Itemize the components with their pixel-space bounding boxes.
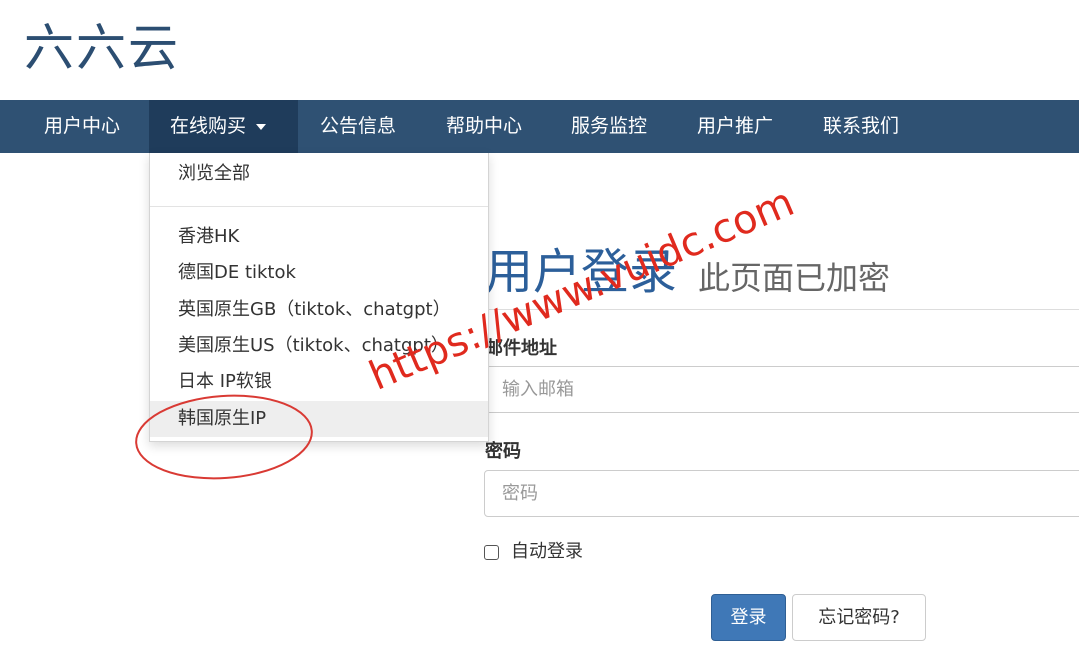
dropdown-item-hk[interactable]: 香港HK	[150, 219, 488, 255]
caret-down-icon	[256, 123, 267, 130]
dropdown-item-gb[interactable]: 英国原生GB（tiktok、chatgpt）	[150, 292, 488, 328]
password-input[interactable]	[484, 470, 1079, 517]
nav-contact-us[interactable]: 联系我们	[802, 100, 920, 153]
remember-me-checkbox[interactable]	[484, 545, 499, 560]
nav-online-purchase[interactable]: 在线购买	[149, 100, 298, 153]
dropdown-divider	[150, 206, 488, 207]
nav-online-purchase-label: 在线购买	[170, 115, 247, 137]
dropdown-item-view-all[interactable]: 浏览全部	[150, 156, 488, 192]
dropdown-item-de[interactable]: 德国DE tiktok	[150, 255, 488, 291]
nav-user-center[interactable]: 用户中心	[23, 100, 141, 153]
main-navbar: 用户中心 在线购买 公告信息 帮助中心 服务监控 用户推广 联系我们	[0, 100, 1079, 153]
purchase-dropdown-menu: 浏览全部 香港HK 德国DE tiktok 英国原生GB（tiktok、chat…	[149, 153, 489, 442]
login-button[interactable]: 登录	[711, 594, 786, 641]
email-label: 邮件地址	[485, 338, 557, 359]
dropdown-item-jp[interactable]: 日本 IP软银	[150, 364, 488, 400]
forgot-password-button[interactable]: 忘记密码?	[792, 594, 926, 641]
dropdown-item-kr[interactable]: 韩国原生IP	[150, 401, 488, 437]
dropdown-item-us[interactable]: 美国原生US（tiktok、chatgpt）	[150, 328, 488, 364]
nav-user-referral[interactable]: 用户推广	[676, 100, 794, 153]
login-subtitle: 此页面已加密	[698, 259, 891, 297]
nav-announcements[interactable]: 公告信息	[299, 100, 417, 153]
login-title: 用户登录	[485, 244, 678, 300]
password-label: 密码	[485, 441, 521, 462]
email-input[interactable]	[484, 366, 1079, 413]
site-logo[interactable]: 六六云	[24, 16, 180, 80]
nav-service-monitor[interactable]: 服务监控	[550, 100, 668, 153]
remember-me-label[interactable]: 自动登录	[511, 539, 583, 565]
nav-help-center[interactable]: 帮助中心	[425, 100, 543, 153]
title-divider	[485, 309, 1079, 310]
